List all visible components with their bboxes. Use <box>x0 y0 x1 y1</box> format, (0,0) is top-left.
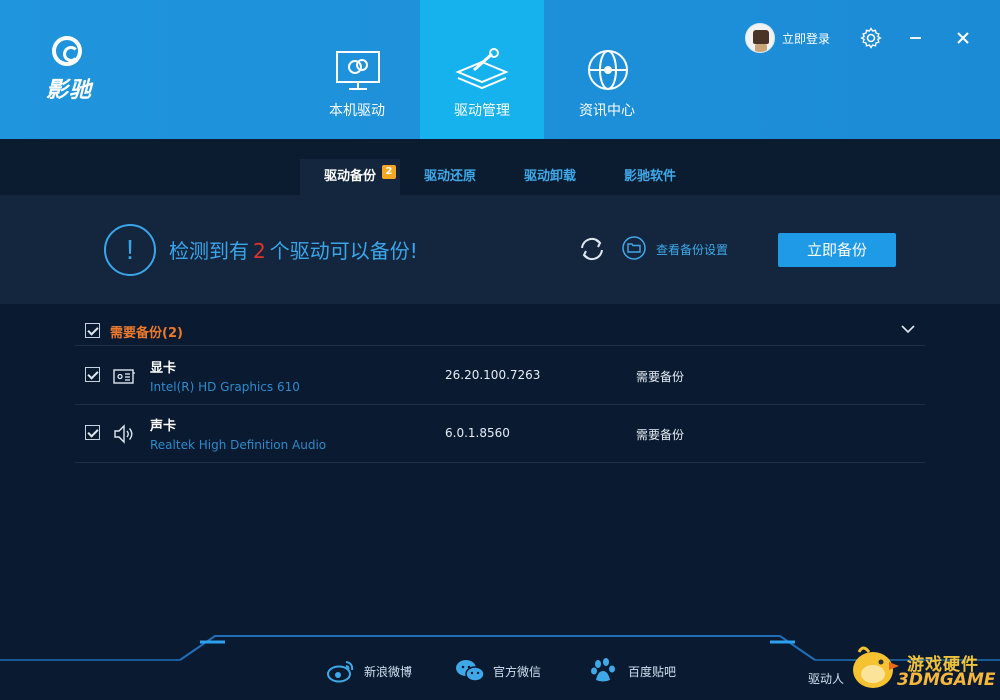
tab-driver-backup[interactable]: 驱动备份 2 <box>300 159 400 195</box>
table-row: 显卡 Intel(R) HD Graphics 610 26.20.100.72… <box>75 347 925 405</box>
backup-count: 2 <box>253 239 266 263</box>
weibo-link[interactable]: 新浪微博 <box>326 656 412 686</box>
nav-tab-local-drivers[interactable]: 本机驱动 <box>295 0 419 139</box>
row-checkbox[interactable] <box>85 425 100 440</box>
view-backup-settings-link[interactable]: 查看备份设置 <box>656 241 728 258</box>
tab-galax-software[interactable]: 影驰软件 <box>610 159 690 195</box>
exclamation-icon: ! <box>104 224 156 276</box>
footer-link-label: 官方微信 <box>493 664 542 679</box>
close-icon[interactable] <box>951 26 975 50</box>
backup-message: 检测到有 2 个驱动可以备份! <box>169 235 418 264</box>
tab-label: 驱动备份 <box>323 169 376 184</box>
nav-tab-label: 资讯中心 <box>579 103 635 119</box>
table-row: 声卡 Realtek High Definition Audio 6.0.1.8… <box>75 405 925 463</box>
backup-group-header: 需要备份(2) <box>75 318 925 346</box>
login-button[interactable]: 立即登录 <box>745 22 830 54</box>
driver-name: 显卡 <box>150 361 177 376</box>
tab-badge: 2 <box>382 165 396 179</box>
sub-tab-bar: 驱动备份 2 驱动还原 驱动卸载 影驰软件 <box>0 139 1000 195</box>
driver-version: 6.0.1.8560 <box>445 426 510 440</box>
login-label: 立即登录 <box>782 31 831 46</box>
driver-description: Realtek High Definition Audio <box>150 438 327 452</box>
tab-driver-restore[interactable]: 驱动还原 <box>410 159 490 195</box>
layers-wrench-icon <box>455 48 509 90</box>
globe-icon <box>588 50 628 90</box>
logo-text: 影驰 <box>45 78 92 103</box>
avatar <box>745 23 775 53</box>
speaker-icon <box>114 424 133 444</box>
driver-description: Intel(R) HD Graphics 610 <box>150 380 300 394</box>
graphics-card-icon <box>113 369 135 384</box>
driver-status: 需要备份 <box>636 428 685 442</box>
watermark-brand: 3DMGAME <box>897 670 996 690</box>
baidu-tieba-icon <box>591 658 615 682</box>
wechat-icon <box>456 660 485 682</box>
driver-name: 声卡 <box>150 419 177 434</box>
backup-banner: ! 检测到有 2 个驱动可以备份! 查看备份设置 立即备份 <box>0 195 1000 304</box>
header: 影驰 本机驱动 驱动管理 资讯中心 立即登录 <box>0 0 1000 139</box>
baidu-tieba-link[interactable]: 百度贴吧 <box>590 656 676 686</box>
nav-tab-label: 本机驱动 <box>329 103 385 119</box>
tab-label: 驱动还原 <box>423 169 476 184</box>
group-title: 需要备份(2) <box>110 326 183 341</box>
row-checkbox[interactable] <box>85 367 100 382</box>
backup-now-button[interactable]: 立即备份 <box>778 233 896 267</box>
tab-driver-uninstall[interactable]: 驱动卸载 <box>510 159 590 195</box>
folder-icon[interactable] <box>622 236 646 260</box>
minimize-icon[interactable] <box>904 26 928 50</box>
app-logo: 影驰 <box>34 34 104 104</box>
gear-icon[interactable] <box>859 26 883 50</box>
footer-link-label: 百度贴吧 <box>628 664 677 679</box>
nav-tab-label: 驱动管理 <box>454 103 510 119</box>
driver-status: 需要备份 <box>636 370 685 384</box>
message-prefix: 检测到有 <box>169 239 249 263</box>
watermark: 游戏硬件 3DMGAME <box>845 636 996 696</box>
footer-status-text: 驱动人 <box>808 672 845 686</box>
chevron-down-icon[interactable] <box>899 320 917 338</box>
wechat-link[interactable]: 官方微信 <box>455 656 541 686</box>
weibo-icon <box>327 661 354 683</box>
tab-label: 影驰软件 <box>623 169 676 184</box>
footer-link-label: 新浪微博 <box>364 664 413 679</box>
logo-mark-icon <box>52 36 82 66</box>
group-checkbox[interactable] <box>85 323 100 338</box>
driver-version: 26.20.100.7263 <box>445 368 541 382</box>
refresh-icon[interactable] <box>577 234 607 264</box>
nav-tab-news-center[interactable]: 资讯中心 <box>545 0 669 139</box>
tab-label: 驱动卸载 <box>523 169 576 184</box>
monitor-icon <box>336 51 380 90</box>
nav-tab-driver-management[interactable]: 驱动管理 <box>420 0 544 139</box>
message-suffix: 个驱动可以备份! <box>269 239 418 263</box>
chick-mascot-icon <box>853 646 899 688</box>
